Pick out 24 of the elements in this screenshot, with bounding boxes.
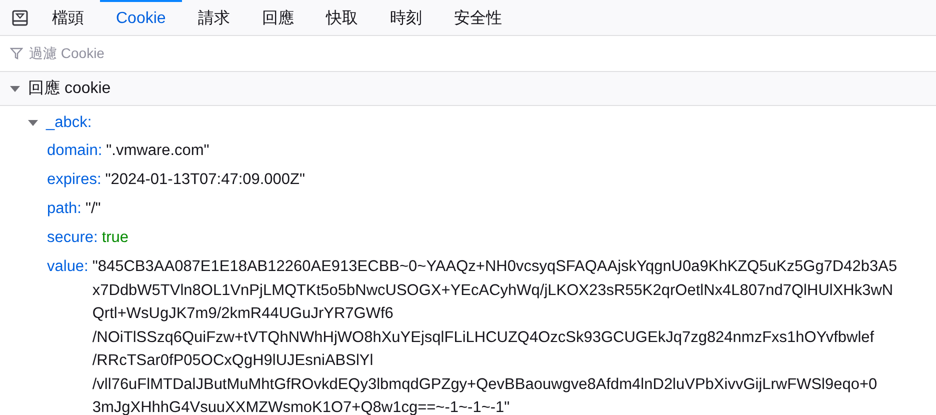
tab[interactable]: 檔頭	[36, 0, 100, 35]
property-value: "2024-01-13T07:47:09.000Z"	[105, 170, 306, 190]
property-value: "845CB3AA087E1E18AB12260AE913ECBB~0~YAAQz+NH0vcsyqSFAQAAjskYqgnU0a9KhKZQ5uKz5Gg7D42b3A5 x7DdbW5TVln8OL1VnPjLMQTKt5o5bNwcUSOGX+YEcACyhWq/jLKOX23sR55K2qrOetlNx4L807nd7QlHUlXHk3wN Qrtl+WsUgJK7m9/2kmR44UGuJrYR7GWf6 /NOiTlSSzq6QuiFzw+tVTQhNWhHjWO8hXuYEjsqlFLiLHCUZQ4OzcSk93GCUGEkJq7zg824nmzFxs1hOYvfbwlef /RRcTSar0fP05OCxQgH9lUJEsniABSlYl /vll76uFlMTDalJButMuMhtGfROvkdEQy3lbmqdGPZgy+QevBBaouwgve8Afdm4lnD2luVPbXivvGijLrwFWSl9eqo+0 3mJgXHhhG4VsuuXXMZWsmoK1O7+Q8w1cg==~-1~-1~-1"	[92, 257, 898, 415]
property-value: "/"	[85, 199, 101, 219]
cookie-name[interactable]: _abck:	[46, 110, 92, 134]
property-value: ".vmware.com"	[106, 141, 210, 161]
property-value: true	[102, 228, 129, 248]
tab[interactable]: 時刻	[374, 0, 438, 35]
property-key: domain:	[47, 139, 102, 162]
expand-toggle-icon[interactable]	[10, 84, 20, 94]
property-key: value:	[47, 255, 88, 278]
tab[interactable]: 快取	[310, 0, 374, 35]
filter-field[interactable]: 過濾 Cookie	[27, 42, 936, 65]
tab[interactable]: 安全性	[438, 0, 518, 35]
tab[interactable]: 回應	[246, 0, 310, 35]
property-key: secure:	[47, 226, 98, 250]
property-key: expires:	[47, 168, 102, 192]
panel-icon	[12, 10, 28, 26]
filter-icon	[10, 47, 23, 60]
property-key: path:	[47, 197, 82, 220]
section-title[interactable]: 回應 cookie	[28, 76, 111, 100]
tab[interactable]: Cookie	[100, 0, 182, 35]
expand-toggle-icon[interactable]	[28, 118, 38, 128]
tab[interactable]: 請求	[182, 0, 246, 35]
